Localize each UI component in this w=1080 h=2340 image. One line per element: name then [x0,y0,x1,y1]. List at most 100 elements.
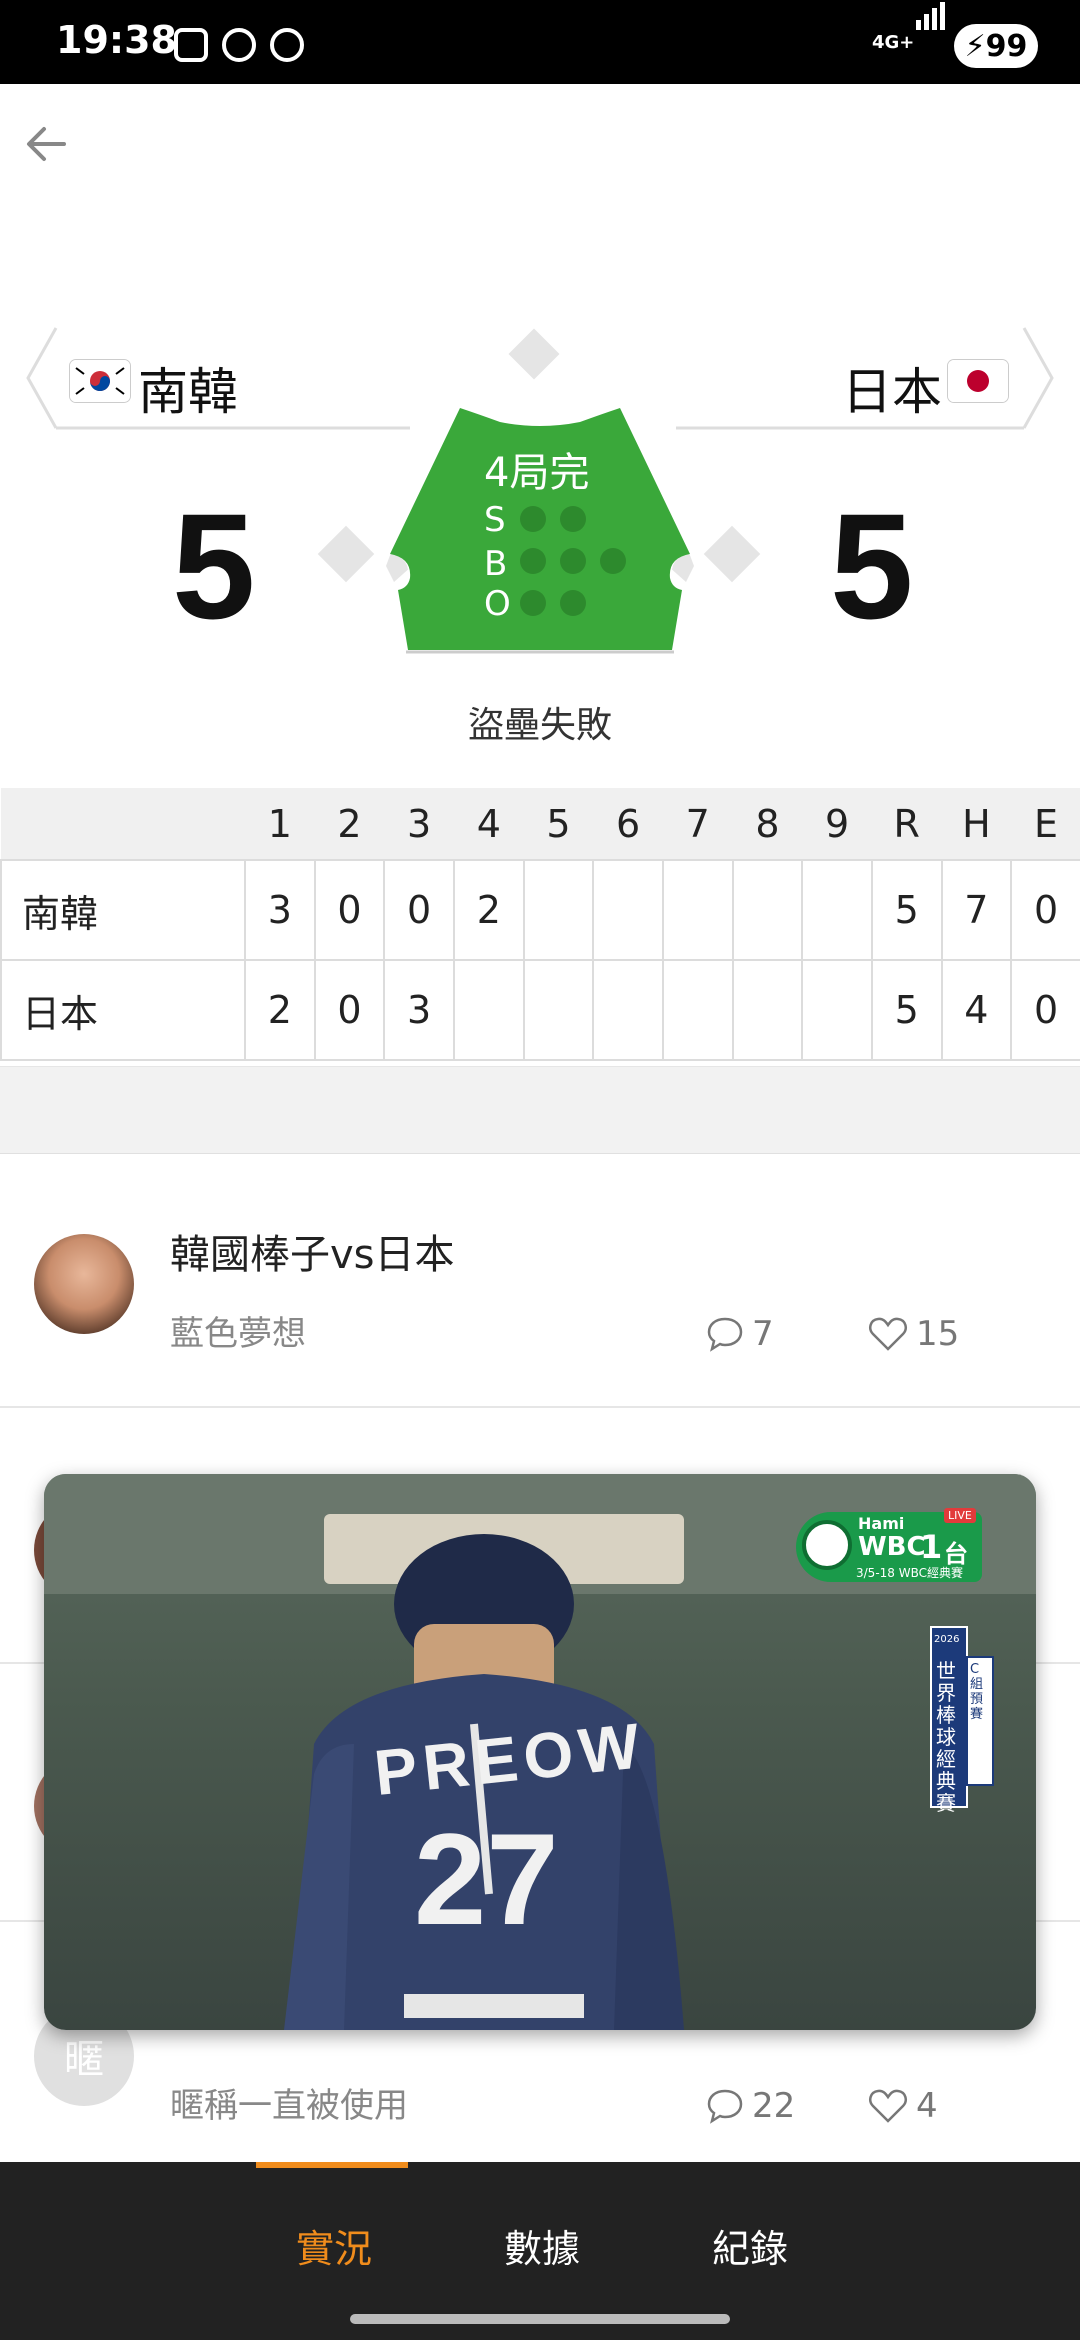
comment-count[interactable]: 22 [706,2086,795,2126]
row-team: 南韓 [0,859,246,961]
channel-date: 3/5-18 WBC經典賽 [856,1566,963,1580]
score-cell [801,959,873,1061]
out-label: O [484,584,511,624]
app-notification-icon [270,28,304,62]
away-team-name: 日本 [842,363,942,421]
header-cell: 3 [407,801,432,846]
score-cell: 4 [940,959,1013,1061]
comment-icon [707,1317,743,1352]
channel-number: 1 [920,1528,943,1566]
play-status: 盜壘失敗 [467,705,612,746]
post-author: 暱稱一直被使用 [170,2086,408,2126]
home-score: 5 [172,482,256,650]
second-base [508,328,560,380]
status-bar: 19:38 4G+ ⚡ 99 [0,0,1080,84]
score-cell [731,959,804,1061]
section-spacer [0,1066,1080,1154]
strike-dot-2 [560,506,586,532]
korea-flag-icon [70,360,130,402]
out-dot-1 [520,590,546,616]
linescore-row-away: 日本 2 0 3 5 4 0 [0,959,1080,1061]
comment-count-value: 7 [752,1314,774,1354]
post-item[interactable] [0,1152,1080,1406]
score-cell: 3 [383,959,455,1061]
back-button[interactable] [20,118,72,170]
avatar [34,1234,134,1334]
tab-live[interactable]: 實況 [296,2218,372,2273]
score-cell: 0 [313,859,386,961]
header-cell: 7 [685,801,710,846]
tab-stats[interactable]: 數據 [504,2218,580,2273]
score-cell [592,959,664,1061]
arrow-left-icon [27,127,66,161]
channel-brand: Hami [858,1514,905,1533]
active-tab-indicator [256,2162,408,2168]
first-base [703,525,761,583]
score-cell: 2 [452,859,525,961]
heart-icon [869,2089,907,2123]
event-name: 世界棒球經典賽 [936,1659,956,1815]
like-count[interactable]: 4 [868,2086,938,2126]
score-cell: 7 [940,859,1013,961]
live-badge: LIVE [944,1508,976,1523]
row-team: 日本 [0,959,246,1061]
home-team-name: 南韓 [138,363,238,421]
score-cell: 2 [244,959,316,1061]
linescore-table: 1 2 3 4 5 6 7 8 9 R H E 南韓 3 0 0 2 5 7 0… [0,788,1080,1061]
header-cell: 9 [824,801,850,846]
screenshot-icon [174,28,208,62]
score-cell [661,959,734,1061]
score-cell: 0 [383,859,455,961]
post-author: 藍色夢想 [170,1314,306,1354]
japan-flag-icon [948,360,1008,402]
post-title: 韓國棒子vs日本 [170,1232,455,1278]
battery-indicator: ⚡ 99 [954,24,1038,68]
status-time: 19:38 [56,18,177,62]
score-cell [452,959,525,1061]
ball-dot-3 [600,548,626,574]
header-cell: 4 [476,801,501,846]
out-dot-2 [560,590,586,616]
score-cell [731,859,804,961]
comment-icon [707,2089,743,2124]
battery-level: 99 [985,28,1028,64]
like-count[interactable]: 15 [868,1314,959,1354]
strike-label: S [484,500,506,540]
header-cell: E [1034,801,1059,846]
channel-logo: Hami WBC 1 台 LIVE 3/5-18 WBC經典賽 [796,1508,982,1582]
header-cell: 8 [755,801,780,846]
linescore-row-home: 南韓 3 0 0 2 5 7 0 [0,859,1080,961]
header-cell: 5 [546,801,571,846]
like-count-value: 4 [916,2086,938,2126]
channel-logo-icon [802,1520,852,1570]
linescore-header-row: 1 2 3 4 5 6 7 8 9 R H E [1,788,1080,860]
tab-records[interactable]: 紀錄 [712,2218,788,2273]
comment-count[interactable]: 7 [706,1314,774,1354]
score-cell [522,959,595,1061]
video-player[interactable]: PREOW 27 Hami WBC 1 台 LIVE 3/5-18 WBC經典賽… [44,1474,1036,2030]
score-cell: 0 [1010,859,1080,961]
jersey-number: 27 [414,1806,559,1952]
event-year: 2026 [934,1634,960,1645]
score-cell: 3 [244,859,316,961]
header-cell: 2 [337,801,362,846]
event-banner: 2026 世界棒球經典賽 [930,1626,968,1814]
score-cell: 5 [870,859,943,961]
inning-status: 4局完 [484,450,590,496]
score-cell [522,859,595,961]
score-cell [661,859,734,961]
score-cell [801,859,873,961]
score-cell: 0 [313,959,386,1061]
divider [0,1406,1080,1408]
channel-name: WBC [858,1532,926,1562]
score-cell [592,859,664,961]
group-banner: C組預賽 [966,1656,994,1786]
third-base [317,525,375,583]
heart-icon [869,1317,907,1351]
ball-dot-2 [560,548,586,574]
group-label: C組預賽 [970,1662,984,1722]
away-score: 5 [830,482,914,650]
like-count-value: 15 [916,1314,960,1354]
strike-dot-1 [520,506,546,532]
home-indicator[interactable] [350,2314,730,2324]
